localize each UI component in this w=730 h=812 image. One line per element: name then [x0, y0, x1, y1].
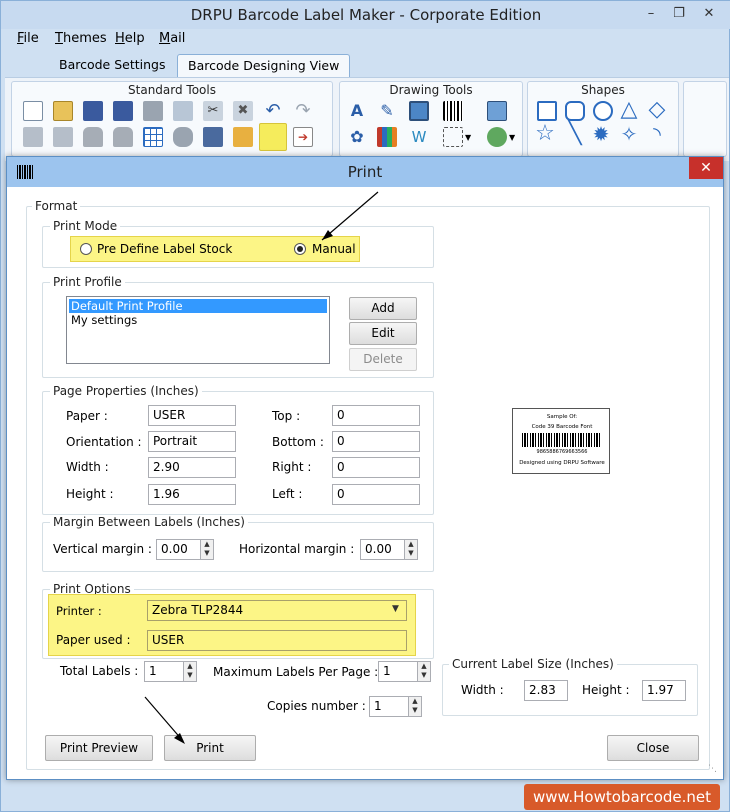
- arrow-head-print: [174, 733, 185, 744]
- arrow-to-print: [144, 696, 184, 742]
- annotation-arrows: [144, 191, 379, 744]
- watermark: www.Howtobarcode.net: [524, 784, 720, 810]
- arrow-to-manual: [321, 191, 379, 241]
